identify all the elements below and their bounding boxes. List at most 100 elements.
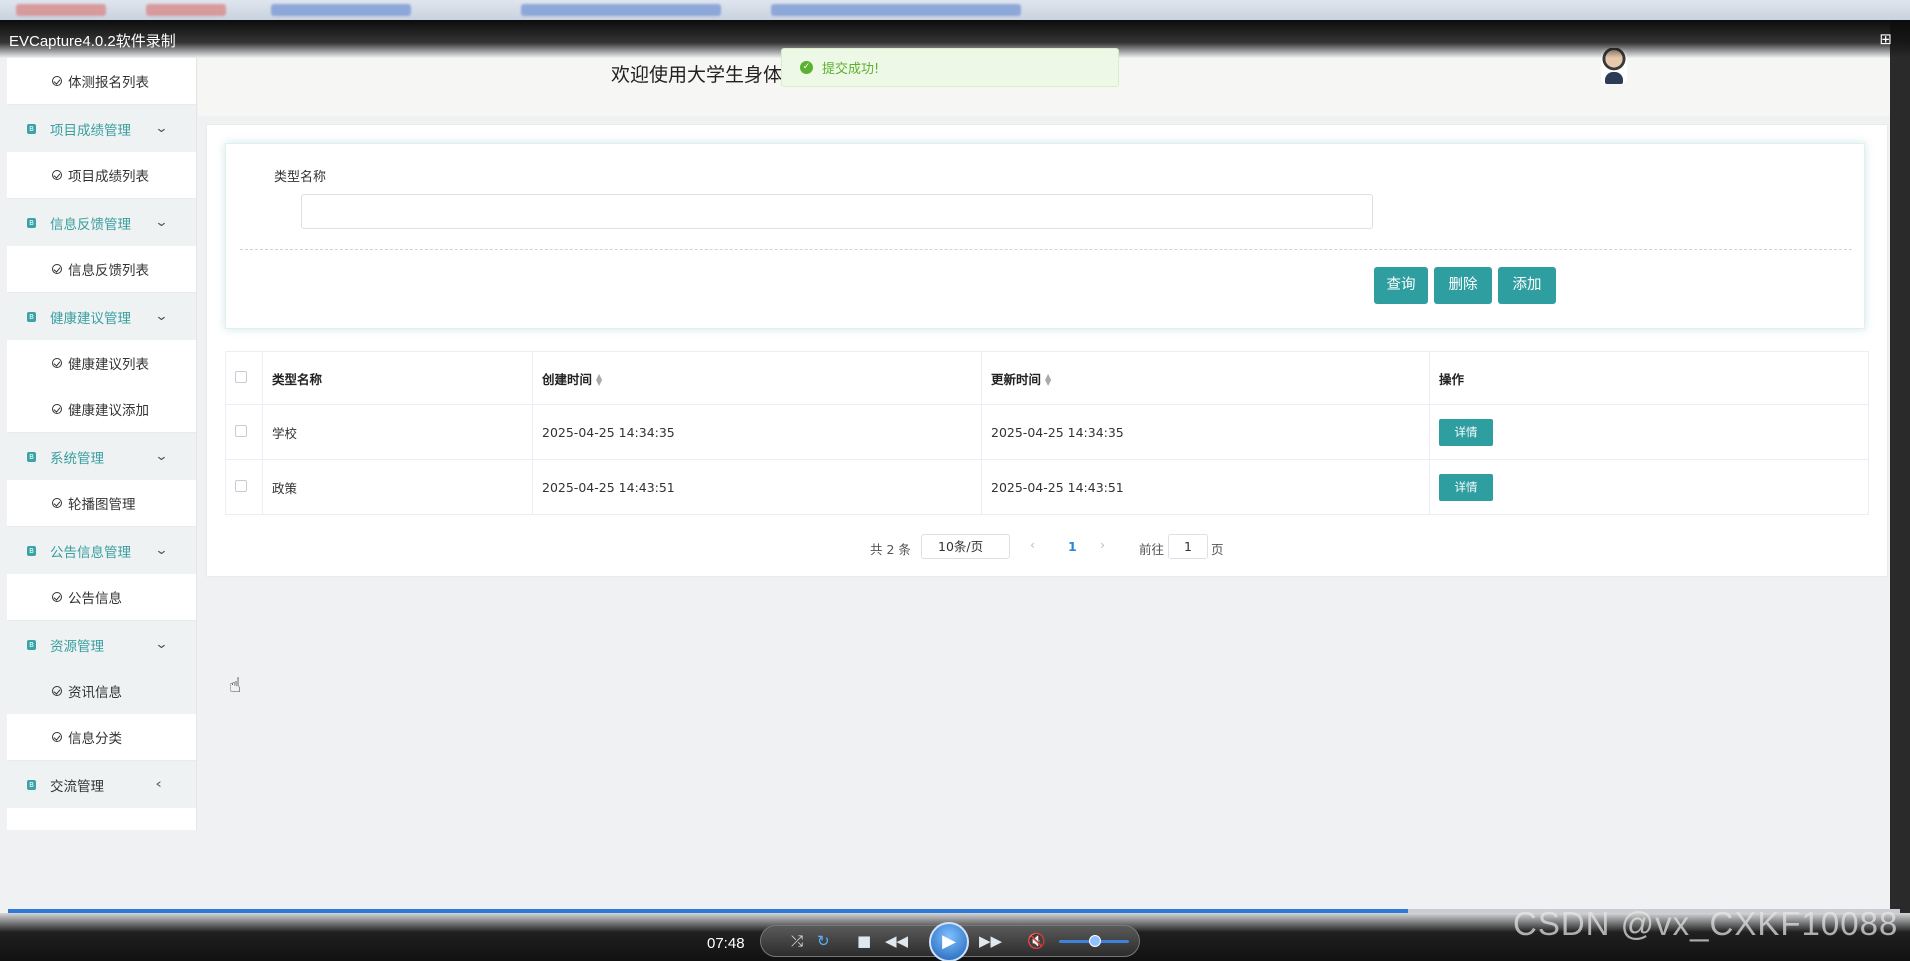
- goto-page-input[interactable]: 1: [1168, 534, 1208, 559]
- type-name-input[interactable]: [301, 194, 1373, 229]
- sidebar-item[interactable]: 公告信息: [7, 574, 196, 620]
- column-header-label: 创建时间: [542, 371, 593, 387]
- table-row: 政策 2025-04-25 14:43:51 2025-04-25 14:43:51…: [225, 459, 1869, 515]
- detail-button[interactable]: 详情: [1439, 473, 1493, 501]
- goto-label: 前往: [1139, 542, 1165, 557]
- sidebar-group[interactable]: B 信息反馈管理 ⌄: [7, 198, 196, 246]
- sort-icon[interactable]: ▲ ▼: [1045, 373, 1051, 387]
- sidebar-item[interactable]: 资讯信息: [7, 668, 196, 714]
- created-time-cell: 2025-04-25 14:34:35: [532, 404, 982, 460]
- updated-time-cell: 2025-04-25 14:43:51: [981, 459, 1430, 515]
- action-cell: 详情: [1429, 459, 1869, 515]
- row-checkbox[interactable]: [235, 424, 247, 437]
- check-circle-icon: [52, 498, 62, 508]
- page-number[interactable]: 1: [1068, 539, 1077, 554]
- sidebar-item[interactable]: 轮播图管理: [7, 480, 196, 526]
- column-header-label: 更新时间: [991, 371, 1042, 387]
- sidebar-group-label: 信息反馈管理: [50, 216, 131, 233]
- mute-icon[interactable]: 🔇: [1027, 932, 1046, 950]
- detail-button[interactable]: 详情: [1439, 418, 1493, 446]
- check-circle-icon: [52, 264, 62, 274]
- check-circle-icon: [52, 76, 62, 86]
- sidebar-item-label: 信息反馈列表: [68, 263, 149, 279]
- query-button[interactable]: 查询: [1374, 267, 1428, 304]
- check-circle-icon: [52, 170, 62, 180]
- page-size-select[interactable]: 10条/页: [921, 534, 1010, 559]
- next-page-icon[interactable]: ›: [1100, 537, 1105, 552]
- updated-time-cell: 2025-04-25 14:34:35: [981, 404, 1430, 460]
- sidebar-item-label: 健康建议列表: [68, 357, 149, 373]
- fast-forward-icon[interactable]: ▶▶: [979, 932, 1002, 950]
- stop-icon[interactable]: ■: [857, 932, 871, 950]
- check-circle-icon: [52, 404, 62, 414]
- sidebar-group[interactable]: B 交流管理 ‹: [7, 760, 196, 808]
- main-panel: 类型名称 查询 删除 添加 类型名称 创建时间 ▲ ▼ 更新时间 ▲ ▼ 操作 学校 20…: [206, 124, 1888, 577]
- data-table: 类型名称 创建时间 ▲ ▼ 更新时间 ▲ ▼ 操作 学校 2025-04-25 14:34…: [225, 351, 1869, 515]
- column-header: 类型名称: [262, 351, 533, 405]
- sidebar-group[interactable]: B 项目成绩管理 ⌄: [7, 104, 196, 152]
- sidebar-item[interactable]: 健康建议添加: [7, 386, 196, 432]
- shuffle-icon[interactable]: ⤮: [791, 932, 803, 950]
- sidebar-item-label: 公告信息: [68, 591, 122, 607]
- chevron-down-icon: ⌄: [154, 543, 169, 558]
- delete-button[interactable]: 删除: [1434, 267, 1492, 304]
- chevron-down-icon: ⌄: [154, 449, 169, 464]
- check-circle-icon: [52, 686, 62, 696]
- type-name-label: 类型名称: [274, 170, 327, 185]
- chevron-down-icon: ⌄: [154, 215, 169, 230]
- recorder-title: EVCapture4.0.2软件录制: [9, 33, 176, 50]
- select-all-checkbox[interactable]: [235, 370, 247, 383]
- sidebar-group-label: 资源管理: [50, 638, 104, 655]
- player-controls: ⤮ ↻ ■ ◀◀ ▶ ▶▶ 🔇: [760, 922, 1140, 961]
- menu-group-icon: B: [27, 311, 36, 322]
- sidebar-item[interactable]: 健康建议列表: [7, 340, 196, 386]
- check-circle-icon: [52, 358, 62, 368]
- welcome-title: 欢迎使用大学生身体: [611, 64, 783, 86]
- add-button[interactable]: 添加: [1498, 267, 1556, 304]
- sidebar-item[interactable]: 体测报名列表: [7, 58, 196, 104]
- hand-cursor-icon: ☝: [229, 673, 242, 697]
- playback-time: 07:48: [707, 935, 745, 952]
- sidebar-item[interactable]: 项目成绩列表: [7, 152, 196, 198]
- toast-text: 提交成功!: [822, 62, 880, 77]
- volume-knob[interactable]: [1089, 935, 1101, 947]
- check-circle-icon: [52, 592, 62, 602]
- window-edge: [1890, 20, 1910, 913]
- sidebar-item[interactable]: 信息反馈列表: [7, 246, 196, 292]
- repeat-icon[interactable]: ↻: [817, 932, 830, 950]
- sidebar-group[interactable]: B 资源管理 ⌄: [7, 620, 196, 668]
- menu-group-icon: B: [27, 545, 36, 556]
- divider: [240, 249, 1852, 250]
- sidebar-item-label: 信息分类: [68, 731, 122, 747]
- sidebar-group[interactable]: B 公告信息管理 ⌄: [7, 526, 196, 574]
- rewind-icon[interactable]: ◀◀: [885, 932, 908, 950]
- sidebar-group-label: 系统管理: [50, 450, 104, 467]
- sidebar-group[interactable]: B 系统管理 ⌄: [7, 432, 196, 480]
- expand-icon[interactable]: ⊞: [1879, 30, 1892, 48]
- column-header-updated[interactable]: 更新时间 ▲ ▼: [981, 351, 1430, 405]
- select-all-cell: [225, 351, 263, 405]
- chevron-down-icon: ⌄: [154, 309, 169, 324]
- menu-group-icon: B: [27, 123, 36, 134]
- column-header: 操作: [1429, 351, 1869, 405]
- search-form: 类型名称 查询 删除 添加: [225, 143, 1865, 329]
- sidebar-item[interactable]: 信息分类: [7, 714, 196, 760]
- sidebar-item-label: 体测报名列表: [68, 75, 149, 91]
- menu-group-icon: B: [27, 217, 36, 228]
- chevron-down-icon: ⌄: [154, 121, 169, 136]
- play-icon[interactable]: ▶: [929, 922, 969, 961]
- sidebar-group-label: 项目成绩管理: [50, 122, 131, 139]
- menu-group-icon: B: [27, 639, 36, 650]
- row-checkbox[interactable]: [235, 479, 247, 492]
- sidebar-group-label: 健康建议管理: [50, 310, 131, 327]
- check-circle-icon: [52, 732, 62, 742]
- prev-page-icon[interactable]: ‹: [1030, 537, 1035, 552]
- sidebar-group-label: 公告信息管理: [50, 544, 131, 561]
- sidebar-group[interactable]: B 健康建议管理 ⌄: [7, 292, 196, 340]
- type-name-cell: 政策: [262, 459, 533, 515]
- success-toast: ✓ 提交成功!: [781, 48, 1119, 87]
- sort-icon[interactable]: ▲ ▼: [596, 373, 602, 387]
- check-circle-icon: ✓: [800, 61, 813, 74]
- sidebar: 体测报名列表 B 项目成绩管理 ⌄ 项目成绩列表 B 信息反馈管理 ⌄ 信息反馈列表 B 健康建议管…: [7, 58, 197, 830]
- column-header-created[interactable]: 创建时间 ▲ ▼: [532, 351, 982, 405]
